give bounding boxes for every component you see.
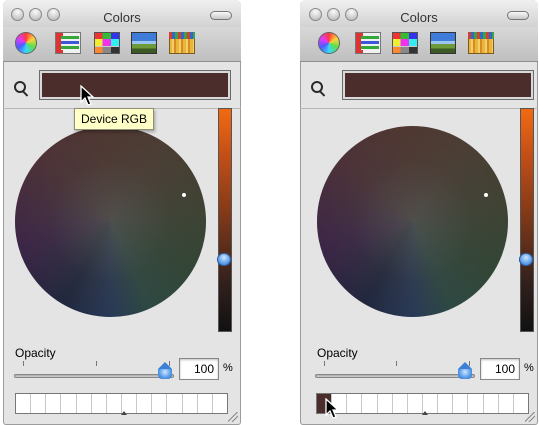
magnifier-icon[interactable] — [14, 81, 26, 93]
window-title: Colors — [103, 10, 141, 25]
colors-panel-left: Colors Opacity 100 % — [3, 0, 241, 425]
swatch[interactable] — [514, 394, 528, 413]
swatch[interactable] — [167, 394, 183, 413]
crayons-icon[interactable] — [169, 32, 195, 54]
opacity-slider[interactable] — [315, 374, 475, 378]
opacity-slider-thumb[interactable] — [458, 362, 473, 380]
swatch[interactable] — [183, 394, 198, 413]
percent-label: % — [223, 362, 233, 374]
title-bar[interactable]: Colors — [3, 0, 241, 27]
toolbar-toggle-button[interactable] — [507, 11, 529, 20]
opacity-tick — [324, 361, 325, 366]
opacity-tick — [23, 361, 24, 366]
colors-panel-right: Colors Opacity 100 % — [300, 0, 538, 425]
brightness-knob[interactable] — [217, 253, 231, 266]
current-color-well[interactable] — [342, 70, 534, 100]
resize-handle[interactable] — [228, 412, 238, 422]
opacity-tick — [96, 361, 97, 366]
opacity-slider[interactable] — [14, 374, 174, 378]
opacity-field[interactable]: 100 — [480, 358, 520, 380]
current-color-well[interactable] — [39, 70, 231, 100]
swatch-drag-grip[interactable] — [121, 411, 127, 415]
percent-label: % — [524, 362, 534, 374]
opacity-tick — [396, 361, 397, 366]
color-wheel-icon[interactable] — [318, 32, 344, 54]
resize-handle[interactable] — [525, 412, 535, 422]
swatch[interactable] — [137, 394, 153, 413]
swatch-drag-grip[interactable] — [422, 411, 428, 415]
color-well-row — [300, 62, 538, 109]
opacity-label: Opacity — [15, 346, 56, 360]
swatch[interactable] — [31, 394, 47, 413]
swatch[interactable] — [453, 394, 469, 413]
swatch[interactable] — [347, 394, 363, 413]
swatch[interactable] — [438, 394, 454, 413]
tooltip: Device RGB — [74, 108, 155, 130]
swatch[interactable] — [107, 394, 122, 413]
image-palettes-icon[interactable] — [131, 32, 157, 54]
color-palettes-icon[interactable] — [94, 32, 120, 54]
color-wheel[interactable] — [317, 126, 508, 317]
swatch[interactable] — [16, 394, 32, 413]
color-picker-dot[interactable] — [182, 193, 186, 197]
swatch[interactable] — [468, 394, 484, 413]
swatch[interactable] — [46, 394, 62, 413]
opacity-slider-thumb[interactable] — [158, 362, 173, 380]
swatch[interactable] — [61, 394, 77, 413]
image-palettes-icon[interactable] — [430, 32, 456, 54]
toolbar — [300, 27, 538, 62]
swatch[interactable] — [484, 394, 499, 413]
opacity-label: Opacity — [317, 346, 358, 360]
color-sliders-icon[interactable] — [355, 32, 381, 54]
swatch[interactable] — [152, 394, 168, 413]
swatch[interactable] — [378, 394, 393, 413]
swatch[interactable] — [213, 394, 227, 413]
swatch[interactable] — [92, 394, 107, 413]
color-wheel-icon[interactable] — [15, 32, 41, 54]
opacity-field[interactable]: 100 — [179, 358, 219, 380]
color-picker-dot[interactable] — [484, 193, 488, 197]
swatch[interactable] — [362, 394, 378, 413]
swatch[interactable] — [198, 394, 213, 413]
toolbar-toggle-button[interactable] — [210, 11, 232, 20]
swatch[interactable] — [499, 394, 514, 413]
swatch[interactable] — [393, 394, 408, 413]
swatch[interactable] — [77, 394, 92, 413]
color-well-row — [3, 62, 241, 109]
color-palettes-icon[interactable] — [392, 32, 418, 54]
window-title: Colors — [400, 10, 438, 25]
brightness-slider[interactable] — [218, 108, 232, 332]
color-sliders-icon[interactable] — [55, 32, 81, 54]
swatch[interactable] — [408, 394, 423, 413]
toolbar — [3, 27, 241, 62]
color-wheel[interactable] — [15, 126, 206, 317]
brightness-knob[interactable] — [519, 253, 533, 266]
title-bar[interactable]: Colors — [300, 0, 538, 27]
crayons-icon[interactable] — [468, 32, 494, 54]
brightness-slider[interactable] — [520, 108, 534, 332]
magnifier-icon[interactable] — [311, 81, 323, 93]
